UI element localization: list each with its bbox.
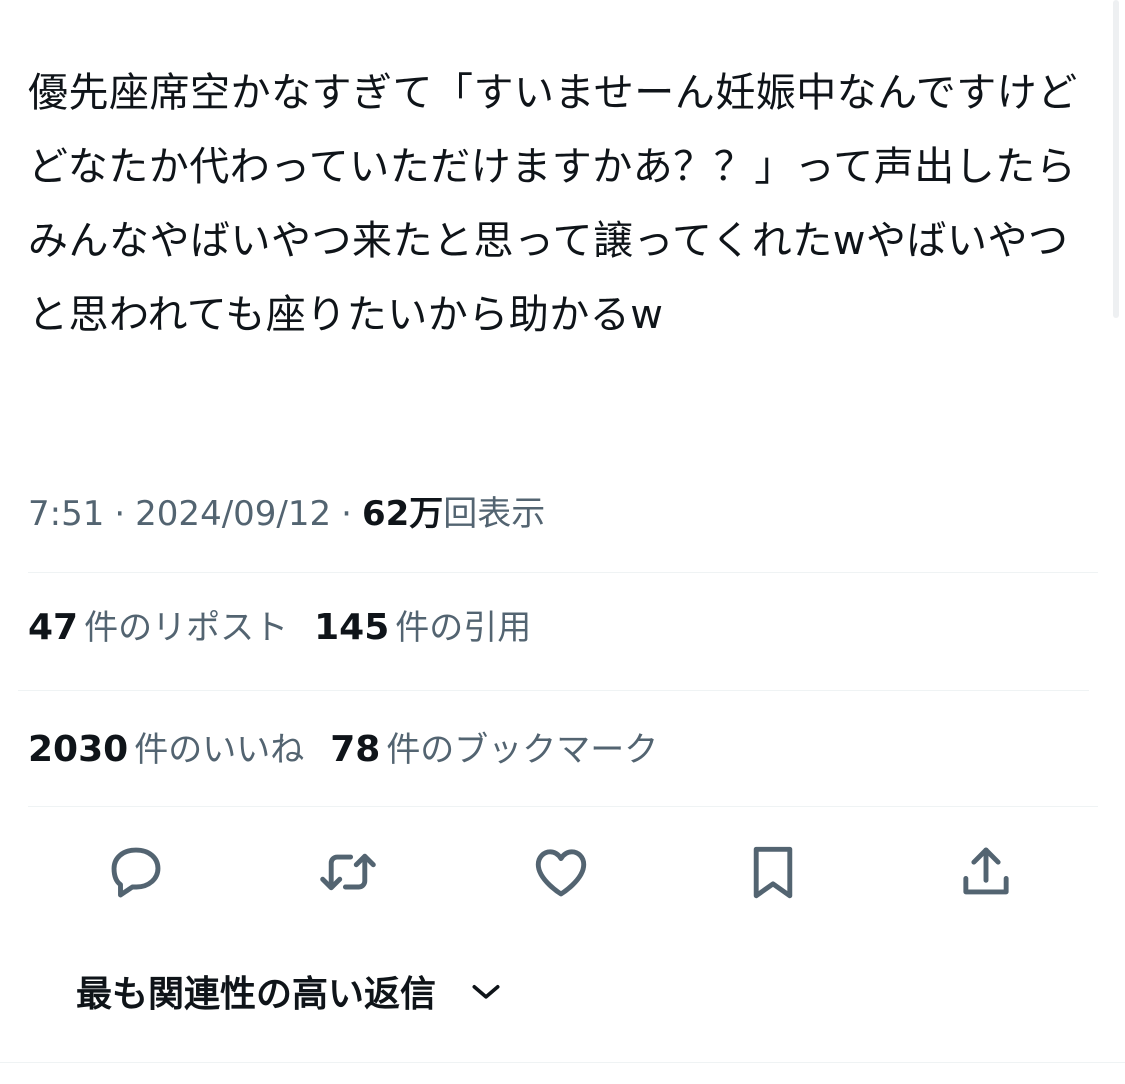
likes-count: 2030 — [28, 729, 129, 770]
bookmark-button[interactable] — [741, 840, 805, 904]
scrollbar[interactable] — [1113, 0, 1119, 318]
bookmark-icon — [753, 846, 793, 899]
stats-row-likes: 2030 件のいいね 78 件のブックマーク — [28, 724, 684, 776]
repost-arrows-icon — [320, 853, 376, 891]
likes-stat[interactable]: 2030 件のいいね — [28, 724, 304, 776]
reply-button[interactable] — [104, 840, 168, 904]
meta-separator: · — [114, 494, 126, 534]
likes-label: 件のいいね — [134, 730, 305, 770]
replies-sort-label: 最も関連性の高い返信 — [76, 974, 437, 1015]
quotes-count: 145 — [314, 607, 390, 648]
heart-icon — [535, 849, 587, 897]
meta-separator: · — [341, 494, 352, 534]
views-label: 回表示 — [443, 494, 546, 534]
chevron-down-icon — [466, 971, 506, 1011]
divider — [0, 1062, 1125, 1063]
like-button[interactable] — [529, 840, 593, 904]
tweet-time[interactable]: 7:51 — [28, 494, 104, 534]
quotes-stat[interactable]: 145 件の引用 — [314, 602, 531, 654]
bookmarks-stat[interactable]: 78 件のブックマーク — [330, 724, 658, 776]
speech-bubble-icon — [111, 847, 161, 898]
tweet-meta: 7:51 · 2024/09/12 · 62万回表示 — [28, 490, 545, 538]
reposts-stat[interactable]: 47 件のリポスト — [28, 602, 288, 654]
tweet-date[interactable]: 2024/09/12 — [135, 494, 331, 534]
bookmarks-label: 件のブックマーク — [386, 730, 659, 770]
divider — [28, 572, 1098, 573]
replies-sort-dropdown[interactable]: 最も関連性の高い返信 — [76, 962, 506, 1020]
share-upload-icon — [963, 847, 1009, 895]
bookmarks-count: 78 — [330, 729, 381, 770]
stats-row-reposts: 47 件のリポスト 145 件の引用 — [28, 602, 557, 654]
quotes-label: 件の引用 — [395, 608, 532, 648]
repost-button[interactable] — [316, 840, 380, 904]
views-count: 62万 — [361, 494, 444, 534]
share-button[interactable] — [954, 840, 1018, 904]
reposts-count: 47 — [28, 607, 79, 648]
divider — [18, 690, 1089, 691]
reposts-label: 件のリポスト — [84, 608, 289, 648]
tweet-text: 優先座席空かなすぎて「すいませーん妊娠中なんですけどどなたか代わっていただけます… — [28, 70, 1078, 338]
divider — [28, 806, 1098, 807]
